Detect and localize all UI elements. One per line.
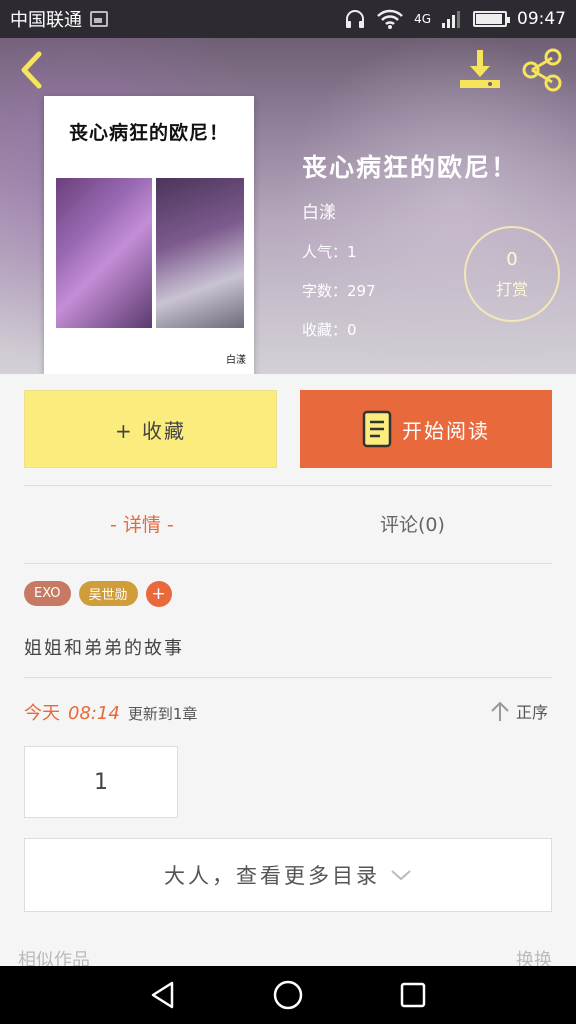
tab-comments[interactable]: 评论(0)	[380, 510, 445, 537]
carrier-label: 中国联通	[10, 10, 82, 31]
cover-author: 白漾	[226, 355, 246, 366]
sort-up-arrow-icon	[491, 701, 509, 721]
update-time: 08:14	[68, 703, 120, 724]
book-header: 丧心病狂的欧尼！ 白漾 丧心病狂的欧尼！ 白漾 人气：1 字数：297 收藏：0…	[0, 38, 576, 374]
add-tag-button[interactable]: +	[145, 581, 172, 607]
cover-photo-right	[156, 178, 244, 328]
more-catalog-label: 大人，查看更多目录	[164, 864, 380, 888]
divider	[24, 563, 552, 564]
book-description: 姐姐和弟弟的故事	[24, 638, 184, 659]
book-author[interactable]: 白漾	[302, 198, 518, 223]
battery-icon	[473, 11, 510, 27]
chevron-down-icon	[391, 870, 411, 881]
nav-home-button[interactable]	[268, 975, 308, 1015]
favorites-stat: 收藏：0	[302, 321, 357, 339]
share-icon	[522, 48, 562, 92]
reward-count: 0	[506, 248, 518, 270]
square-recents-icon	[401, 982, 426, 1008]
circle-home-icon	[273, 980, 303, 1010]
tag-list: EXO 吴世勋 +	[24, 581, 172, 607]
divider	[24, 677, 552, 678]
chapter-item[interactable]: 1	[24, 746, 178, 818]
update-text: 更新到1章	[127, 705, 198, 723]
tag-exo[interactable]: EXO	[24, 581, 71, 606]
book-title: 丧心病狂的欧尼！	[302, 153, 519, 182]
clock: 09:47	[517, 9, 566, 29]
tag-name[interactable]: 吴世勋	[78, 581, 138, 606]
reward-button[interactable]: 0 打赏	[464, 226, 560, 322]
book-cover[interactable]: 丧心病狂的欧尼！ 白漾	[44, 96, 254, 374]
more-catalog-button[interactable]: 大人，查看更多目录	[24, 838, 552, 912]
signal-icon	[442, 11, 460, 28]
book-icon	[362, 410, 392, 448]
start-reading-label: 开始阅读	[402, 418, 490, 443]
back-button[interactable]	[12, 50, 52, 90]
update-info: 今天 08:14 更新到1章	[24, 699, 197, 725]
download-button[interactable]	[456, 46, 504, 94]
divider	[24, 485, 552, 486]
cover-title: 丧心病狂的欧尼！	[68, 122, 229, 144]
add-favorite-button[interactable]: + 收藏	[24, 390, 277, 468]
sort-label: 正序	[516, 703, 549, 722]
triangle-back-icon	[151, 981, 173, 1009]
reward-label: 打赏	[495, 279, 528, 299]
headphones-icon	[346, 10, 365, 28]
system-nav-bar	[0, 966, 576, 1024]
wifi-icon	[377, 9, 403, 29]
status-bar: 中国联通 4G 09:47	[0, 0, 576, 38]
nav-back-button[interactable]	[143, 975, 183, 1015]
share-button[interactable]	[520, 48, 568, 92]
download-icon	[460, 50, 500, 88]
nav-recents-button[interactable]	[393, 975, 433, 1015]
update-day: 今天	[24, 703, 60, 724]
image-notification-icon	[90, 11, 108, 27]
start-reading-button[interactable]: 开始阅读	[300, 390, 552, 468]
sort-button[interactable]: 正序	[490, 699, 548, 723]
back-arrow-icon	[21, 51, 42, 89]
network-type-label: 4G	[414, 12, 431, 26]
tab-detail[interactable]: - 详情 -	[110, 510, 174, 537]
cover-photo-left	[56, 178, 152, 328]
